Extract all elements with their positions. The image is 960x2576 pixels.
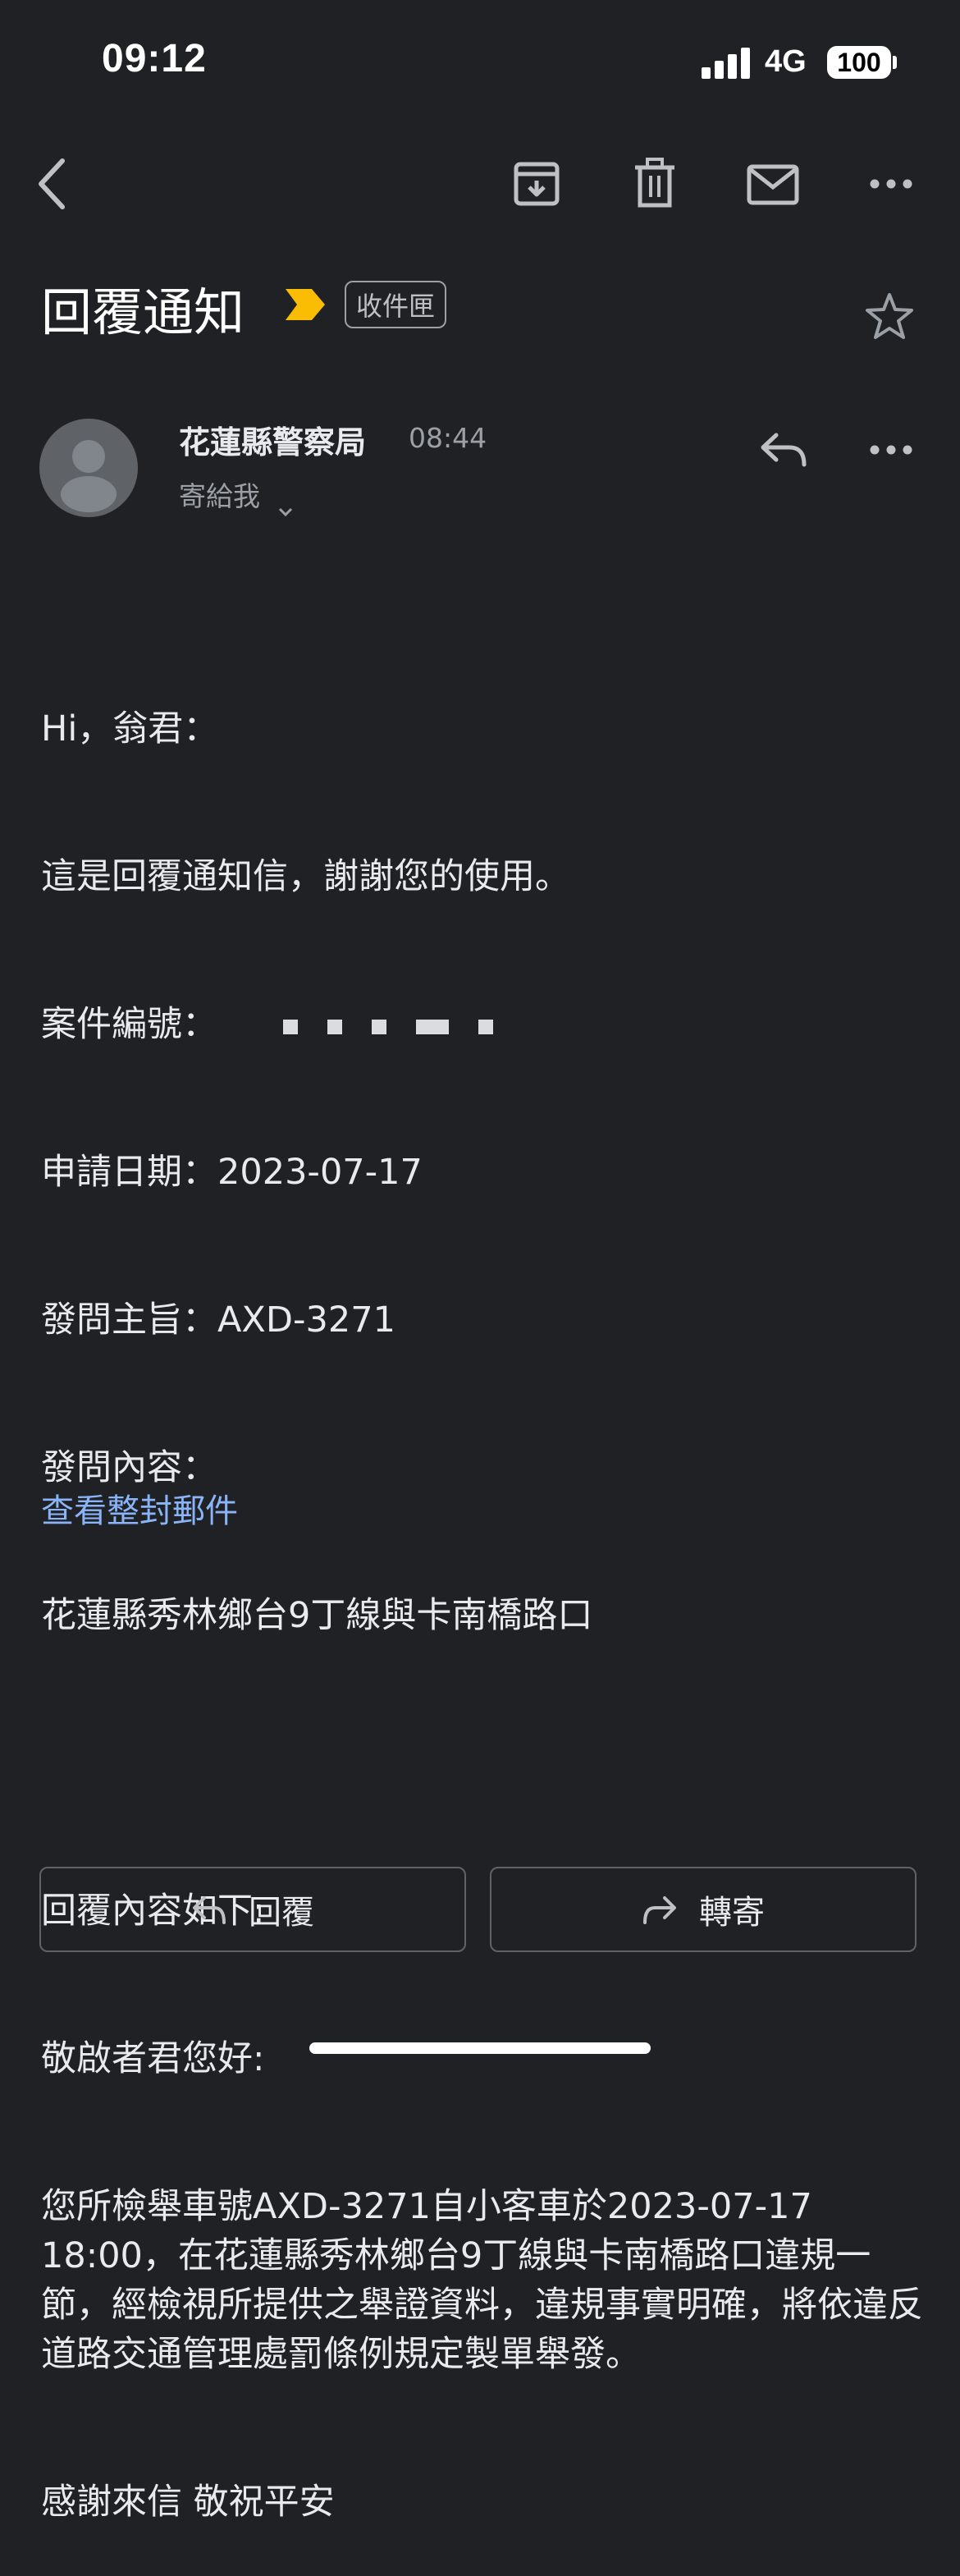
closing-line: 感謝來信 敬祝平安 — [41, 2482, 335, 2523]
star-icon[interactable] — [865, 292, 914, 340]
archive-icon[interactable] — [512, 159, 561, 209]
battery-level: 100 — [837, 47, 881, 77]
redacted-case-number — [283, 1004, 523, 1045]
reply-button[interactable]: 回覆 — [39, 1867, 466, 1952]
network-type: 4G — [765, 44, 807, 79]
reply-text: 您所檢舉車號AXD-3271自小客車於2023-07-17 18:00，在花蓮縣… — [41, 2186, 923, 2375]
inbox-label[interactable]: 收件匣 — [345, 281, 447, 328]
chevron-down-icon — [277, 493, 294, 516]
view-entire-message-link[interactable]: 查看整封郵件 — [41, 1484, 238, 1532]
back-icon[interactable] — [36, 158, 69, 210]
home-indicator[interactable] — [309, 2042, 651, 2054]
email-subject: 回覆通知 — [41, 282, 245, 342]
forward-button-label: 轉寄 — [699, 1894, 765, 1932]
important-marker-icon[interactable] — [284, 287, 327, 322]
salutation: 敬啟者君您好: — [41, 2038, 265, 2079]
battery-icon: 100 — [827, 46, 891, 79]
forward-button[interactable]: 轉寄 — [490, 1867, 917, 1952]
recipient-details[interactable]: 寄給我 — [179, 474, 294, 516]
mail-icon[interactable] — [747, 164, 799, 205]
battery-tip — [893, 56, 897, 69]
more-icon[interactable] — [870, 176, 912, 192]
email-body: Hi，翁君： 這是回覆通知信，謝謝您的使用。 案件編號： 申請日期：2023-0… — [41, 606, 935, 2576]
case-number-line: 案件編號： — [41, 1000, 935, 1049]
reply-icon[interactable] — [760, 430, 807, 468]
reply-button-icon — [191, 1895, 227, 1924]
cellular-signal-icon — [702, 48, 751, 79]
intro-line: 這是回覆通知信，謝謝您的使用。 — [41, 856, 570, 897]
avatar[interactable] — [39, 419, 138, 517]
reply-button-label: 回覆 — [249, 1894, 314, 1932]
content-line: 花蓮縣秀林鄉台9丁線與卡南橋路口 — [41, 1595, 593, 1636]
greeting: Hi，翁君： — [41, 708, 219, 749]
date-line: 申請日期：2023-07-17 — [41, 1152, 423, 1193]
message-more-icon[interactable] — [870, 442, 912, 458]
email-time: 08:44 — [409, 422, 487, 454]
status-time: 09:12 — [102, 37, 207, 80]
sender-name[interactable]: 花蓮縣警察局 — [179, 417, 366, 462]
subject-line: 發問主旨：AXD-3271 — [41, 1299, 395, 1341]
recipient-label: 寄給我 — [179, 480, 260, 512]
delete-icon[interactable] — [632, 158, 678, 210]
forward-icon — [642, 1895, 678, 1924]
case-number-label: 案件編號： — [41, 1004, 217, 1045]
